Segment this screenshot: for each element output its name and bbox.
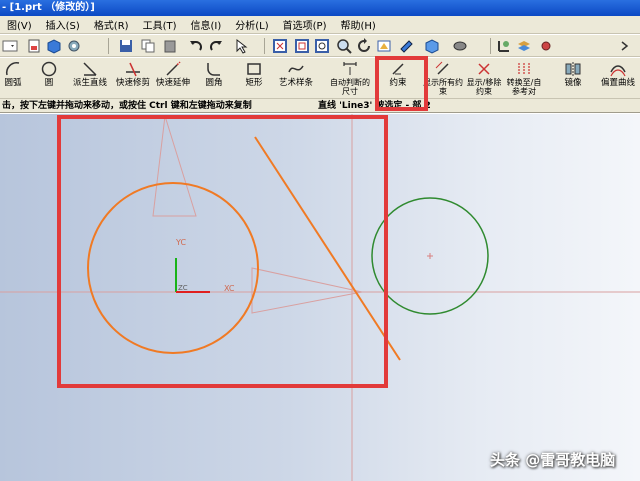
quick-extend-tool-label: 快速延伸	[155, 78, 190, 88]
arc-tool-button[interactable]: 圆弧	[0, 60, 26, 98]
menu-insert[interactable]: 插入(S)	[39, 17, 87, 32]
menu-bar: 图(V) 插入(S) 格式(R) 工具(T) 信息(I) 分析(L) 首选项(P…	[0, 16, 640, 34]
menu-information[interactable]: 信息(I)	[184, 17, 229, 32]
select-icon[interactable]	[234, 38, 250, 54]
derived-line-tool-button[interactable]: 派生直线	[70, 60, 110, 98]
circle-icon	[41, 61, 57, 77]
derived-line-icon	[83, 62, 97, 76]
menu-help[interactable]: 帮助(H)	[333, 17, 382, 32]
inferred-dimension-icon	[343, 62, 357, 75]
menu-view[interactable]: 图(V)	[0, 17, 39, 32]
paste-icon[interactable]	[162, 38, 178, 54]
quick-trim-tool-label: 快速修剪	[115, 78, 150, 88]
dropdown-icon[interactable]	[2, 38, 18, 54]
assembly-icon[interactable]	[66, 38, 82, 54]
fillet-tool-button[interactable]: 圆角	[198, 60, 230, 98]
show-remove-constraints-tool-label: 显示/移除约束	[466, 78, 502, 96]
tools-settings-icon[interactable]	[538, 38, 554, 54]
mirror-icon	[565, 62, 581, 76]
wcs-icon[interactable]	[496, 38, 512, 54]
fillet-tool-label: 圆角	[205, 78, 223, 88]
window-title: - [1.prt （修改的）]	[2, 2, 95, 13]
magnify-icon[interactable]	[336, 38, 352, 54]
menu-format[interactable]: 格式(R)	[87, 17, 136, 32]
show-all-constraints-icon	[435, 61, 449, 75]
standard-toolbar	[0, 35, 640, 57]
studio-spline-icon	[288, 65, 304, 73]
derived-line-tool-label: 派生直线	[72, 78, 107, 88]
shading-icon[interactable]	[452, 38, 468, 54]
mirror-tool-button[interactable]: 镜像	[560, 60, 586, 98]
watermark: 头条 @雷哥教电脑	[490, 451, 616, 469]
toolbar-overflow-icon[interactable]	[616, 38, 632, 54]
circle-tool-label: 圆	[44, 78, 54, 88]
rectangle-icon	[247, 63, 261, 75]
save-icon[interactable]	[118, 38, 134, 54]
fit-view-icon[interactable]	[272, 38, 288, 54]
studio-spline-tool-label: 艺术样条	[278, 78, 313, 88]
show-remove-constraints-tool-button[interactable]: 显示/移除约束	[464, 60, 504, 98]
quick-extend-icon	[166, 61, 181, 76]
arc-icon	[5, 61, 20, 76]
constraint-highlight-box	[375, 56, 428, 111]
show-all-constraints-tool-button[interactable]: 显示所有约束	[423, 60, 463, 98]
offset-curve-icon	[610, 65, 626, 77]
toolbar-separator	[264, 38, 265, 54]
perspective-icon[interactable]	[376, 38, 392, 54]
new-file-icon[interactable]	[26, 38, 42, 54]
show-remove-constraints-icon	[478, 63, 490, 75]
offset-curve-tool-button[interactable]: 偏置曲线	[598, 60, 638, 98]
studio-spline-tool-button[interactable]: 艺术样条	[274, 60, 318, 98]
rotate-icon[interactable]	[356, 38, 372, 54]
copy-icon[interactable]	[140, 38, 156, 54]
convert-reference-icon	[518, 63, 530, 75]
offset-curve-tool-label: 偏置曲线	[600, 78, 635, 88]
quick-trim-tool-button[interactable]: 快速修剪	[113, 60, 153, 98]
show-all-constraints-tool-label: 显示所有约束	[423, 78, 463, 96]
undo-icon[interactable]	[188, 38, 204, 54]
redo-icon[interactable]	[208, 38, 224, 54]
fillet-icon	[207, 63, 220, 76]
rectangle-tool-label: 矩形	[245, 78, 263, 88]
inferred-dimension-tool-label: 自动判断的尺寸	[330, 78, 370, 96]
layer-icon[interactable]	[516, 38, 532, 54]
sketch-toolbar: 圆弧 圆 派生直线 快速修剪 快速延伸 圆角 矩形 艺术样条 自动判断的尺寸 约…	[0, 58, 640, 99]
toolbar-separator	[490, 38, 491, 54]
quick-extend-tool-button[interactable]: 快速延伸	[153, 60, 193, 98]
menu-analysis[interactable]: 分析(L)	[228, 17, 275, 32]
open-model-icon[interactable]	[46, 38, 62, 54]
quick-trim-icon	[126, 62, 140, 77]
status-prompt: 击，按下左键并拖动来移动，或按住 Ctrl 键和左键拖动来复制	[2, 101, 252, 111]
sketch-highlight-box	[57, 115, 388, 388]
circle-tool-button[interactable]: 圆	[34, 60, 64, 98]
view-orient-icon[interactable]	[398, 38, 414, 54]
rectangle-tool-button[interactable]: 矩形	[238, 60, 270, 98]
circle-center-marker	[427, 253, 433, 259]
convert-reference-tool-button[interactable]: 转换至/自参考对	[504, 60, 544, 98]
inferred-dimension-tool-button[interactable]: 自动判断的尺寸	[330, 60, 370, 98]
render-style-icon[interactable]	[424, 38, 440, 54]
arc-tool-label: 圆弧	[4, 78, 22, 88]
status-bar: 击，按下左键并拖动来移动，或按住 Ctrl 键和左键拖动来复制 直线 'Line…	[0, 99, 640, 113]
zoom-icon[interactable]	[314, 38, 330, 54]
menu-preferences[interactable]: 首选项(P)	[276, 17, 334, 32]
window-title-bar: - [1.prt （修改的）]	[0, 0, 640, 16]
menu-tools[interactable]: 工具(T)	[136, 17, 184, 32]
zoom-window-icon[interactable]	[294, 38, 310, 54]
toolbar-separator	[108, 38, 109, 54]
convert-reference-tool-label: 转换至/自参考对	[506, 78, 542, 96]
mirror-tool-label: 镜像	[564, 78, 582, 88]
